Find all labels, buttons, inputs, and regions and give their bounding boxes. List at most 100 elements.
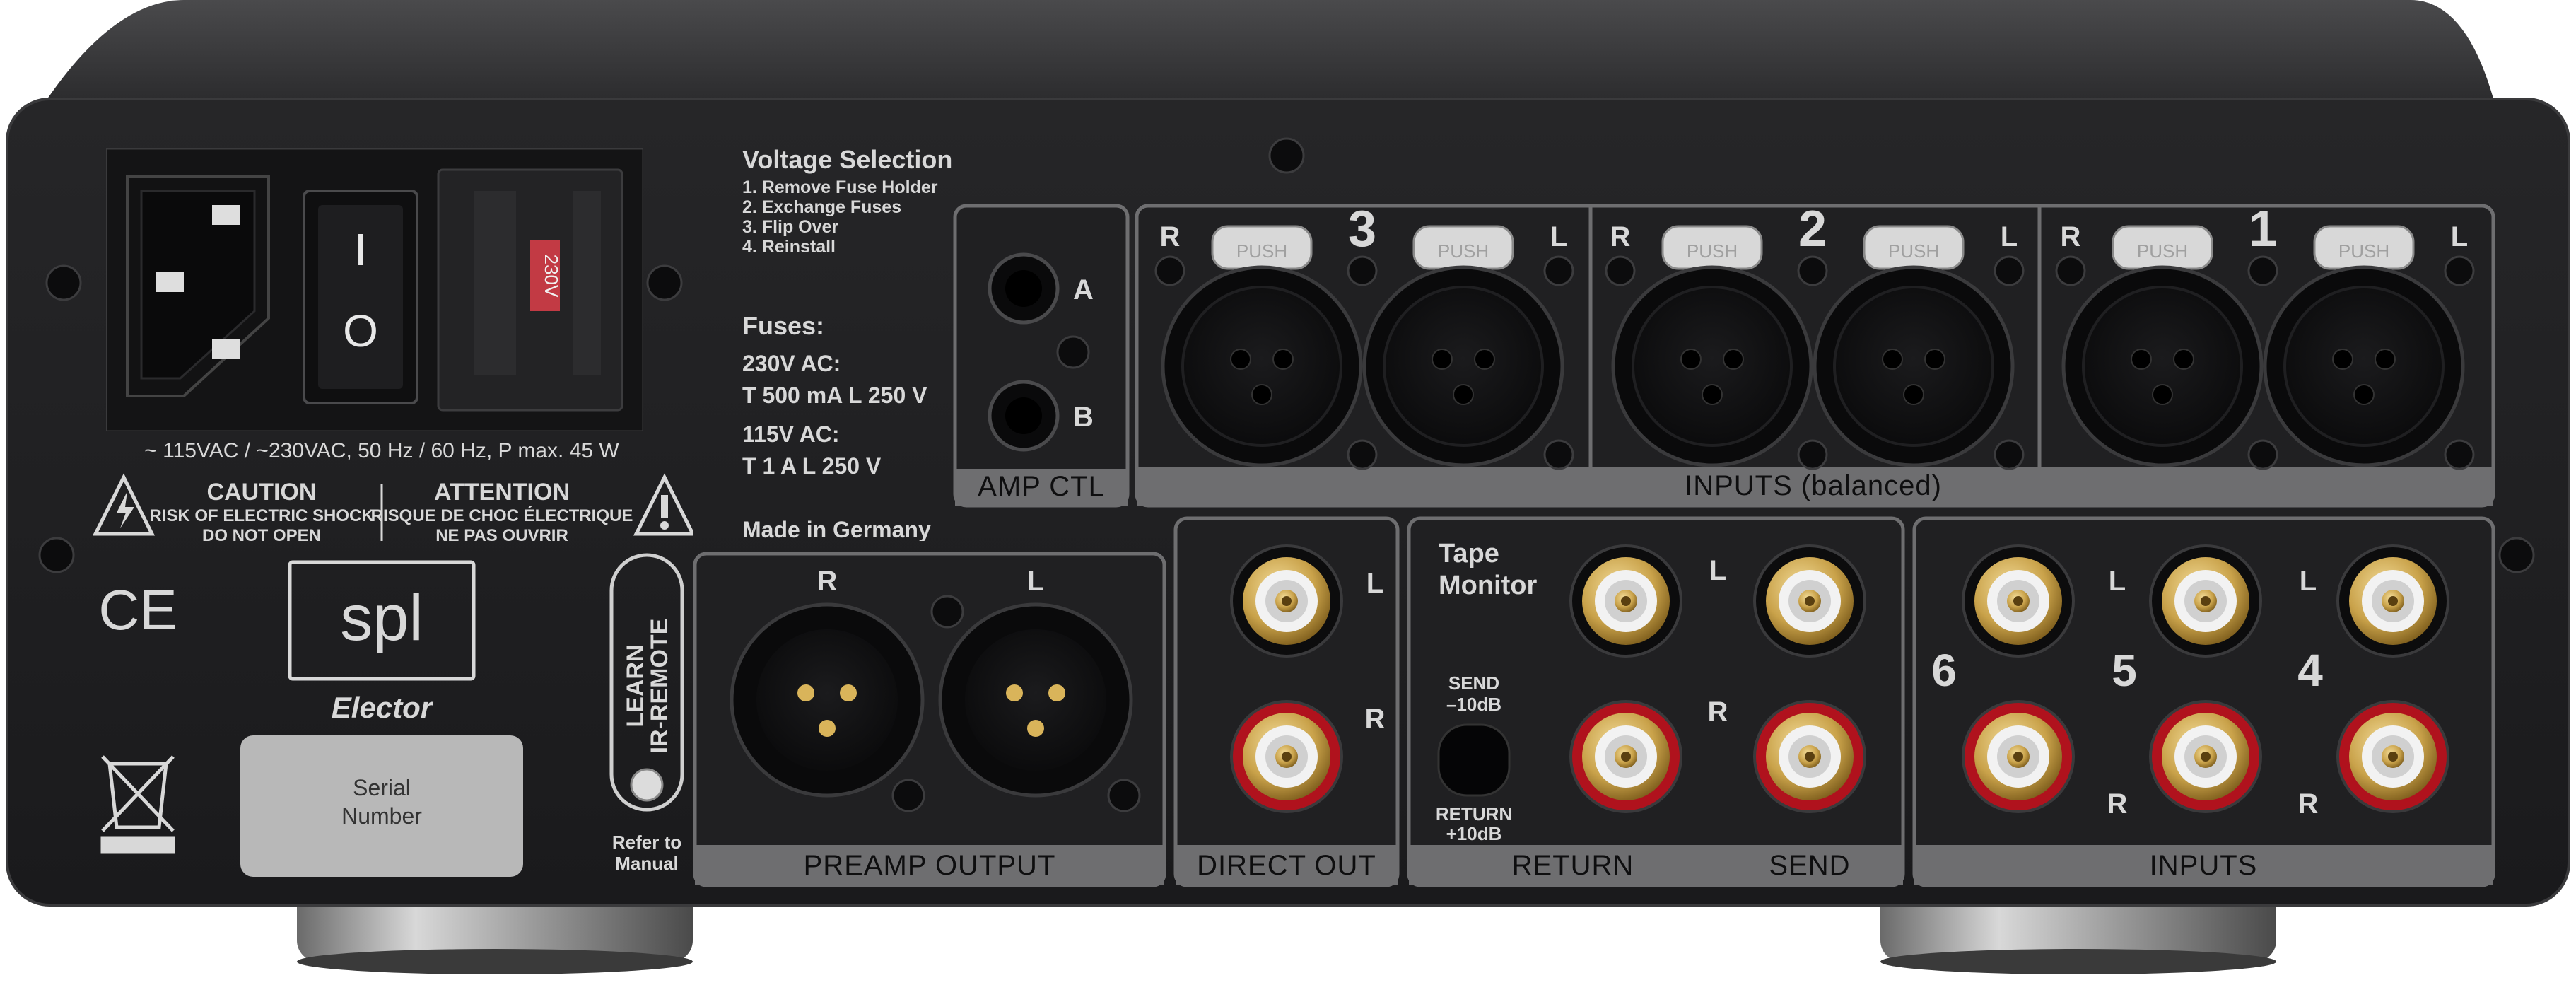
rca-input-6-right[interactable] (1962, 700, 2075, 813)
svg-text:Fuses:: Fuses: (742, 311, 824, 340)
push-latch-label: PUSH (1438, 240, 1489, 262)
panel-screw (1797, 255, 1828, 286)
svg-text:SEND: SEND (1769, 850, 1850, 881)
svg-text:Manual: Manual (615, 853, 679, 874)
svg-text:INPUTS: INPUTS (2150, 850, 2258, 881)
panel-screw (1543, 255, 1574, 286)
rca-input-4-left[interactable] (2336, 544, 2449, 658)
input-number: 1 (2249, 204, 2277, 257)
svg-text:RISQUE DE CHOC ÉLECTRIQUE: RISQUE DE CHOC ÉLECTRIQUE (371, 506, 633, 525)
ir-learn-button[interactable] (630, 768, 664, 802)
svg-text:Refer to: Refer to (612, 832, 681, 853)
svg-text:+10dB: +10dB (1446, 823, 1502, 844)
panel-screw (2444, 255, 2475, 286)
svg-text:6: 6 (1931, 645, 1957, 696)
switch-on-mark: I (354, 224, 367, 275)
rca-tape-return-right[interactable] (1569, 700, 1682, 813)
panel-screw (2247, 255, 2278, 286)
svg-text:Serial: Serial (353, 775, 411, 800)
direct-out-section: DIRECT OUT L R (1173, 516, 1400, 887)
svg-text:5: 5 (2112, 645, 2137, 696)
power-rocker-switch[interactable]: I O (303, 190, 418, 404)
svg-text:T 500 mA L 250 V: T 500 mA L 250 V (742, 383, 927, 408)
svg-text:1. Remove Fuse Holder: 1. Remove Fuse Holder (742, 177, 938, 197)
caution-warning-block: CAUTION RISK OF ELECTRIC SHOCK DO NOT OP… (92, 473, 693, 545)
panel-screw (2444, 439, 2475, 470)
panel-screw (1994, 439, 2025, 470)
rca-input-5-left[interactable] (2149, 544, 2262, 658)
svg-text:RISK OF ELECTRIC SHOCK: RISK OF ELECTRIC SHOCK (149, 506, 374, 525)
svg-text:Made in Germany: Made in Germany (742, 517, 931, 541)
svg-text:RETURN: RETURN (1436, 803, 1512, 824)
svg-text:R: R (817, 566, 838, 597)
push-latch-label: PUSH (2137, 240, 2188, 262)
svg-text:IR-REMOTE: IR-REMOTE (646, 619, 673, 754)
xlr-out-right[interactable] (730, 602, 925, 798)
rca-direct-out-right[interactable] (1230, 700, 1343, 813)
push-latch-label: PUSH (1236, 240, 1287, 262)
svg-text:~ 115VAC / ~230VAC, 50 Hz / 60: ~ 115VAC / ~230VAC, 50 Hz / 60 Hz, P max… (144, 439, 619, 462)
rca-tape-send-left[interactable] (1753, 544, 1866, 658)
svg-text:L: L (1366, 568, 1383, 599)
svg-text:Monitor: Monitor (1439, 571, 1538, 600)
svg-text:L: L (2109, 566, 2126, 597)
svg-text:CAUTION: CAUTION (207, 479, 317, 506)
svg-text:PREAMP OUTPUT: PREAMP OUTPUT (804, 850, 1056, 881)
tape-level-switch[interactable] (1437, 723, 1511, 797)
svg-text:A: A (1073, 274, 1094, 305)
svg-text:4: 4 (2297, 645, 2323, 696)
power-rating: ~ 115VAC / ~230VAC, 50 Hz / 60 Hz, P max… (144, 439, 619, 462)
svg-text:Voltage Selection:: Voltage Selection: (742, 145, 954, 174)
rca-input-5-right[interactable] (2149, 700, 2262, 813)
panel-screw (1605, 255, 1636, 286)
svg-text:3. Flip Over: 3. Flip Over (742, 217, 838, 237)
fuse-holder[interactable]: 230V (437, 168, 623, 412)
balanced-inputs-section: INPUTS (balanced) R L 3 PUSH PUSH R L 2 PUSH PUSH… (1135, 204, 2495, 508)
rca-tape-send-right[interactable] (1753, 700, 1866, 813)
weee-bin-icon (100, 755, 175, 854)
svg-text:2. Exchange Fuses: 2. Exchange Fuses (742, 197, 901, 217)
push-latch-label: PUSH (2338, 240, 2389, 262)
svg-text:RETURN: RETURN (1512, 850, 1634, 881)
fuse-voltage-tag: 230V (541, 255, 562, 298)
rca-direct-out-left[interactable] (1230, 544, 1343, 658)
channel-r-label: R (2061, 221, 2081, 252)
amp-ctl-jack-a[interactable] (988, 252, 1060, 325)
voltage-fuse-info: Voltage Selection: 1. Remove Fuse Holder… (742, 145, 954, 541)
svg-text:Tape: Tape (1439, 539, 1499, 569)
tape-monitor-section: RETURN SEND Tape Monitor SEND –10dB RETU… (1407, 516, 1905, 887)
panel-screw (1347, 439, 1378, 470)
panel-screw (2247, 439, 2278, 470)
svg-text:AMP CTL: AMP CTL (978, 471, 1105, 502)
svg-text:L: L (1709, 555, 1726, 586)
channel-l-label: L (2001, 221, 2018, 252)
svg-text:ATTENTION: ATTENTION (434, 479, 570, 506)
panel-screw (1994, 255, 2025, 286)
svg-text:B: B (1073, 402, 1094, 433)
rca-input-4-right[interactable] (2336, 700, 2449, 813)
rca-inputs-section: INPUTS 6 5 4 L L R R (1912, 516, 2495, 887)
input-number: 2 (1798, 204, 1827, 257)
branding-area: CE spl Elector Serial Number (98, 560, 523, 877)
ir-learn-section: LEARN IR-REMOTE Refer to Manual (609, 553, 684, 874)
push-latch-label: PUSH (1687, 240, 1738, 262)
rca-tape-return-left[interactable] (1569, 544, 1682, 658)
exclamation-warning-icon (633, 473, 693, 536)
amp-ctl-section: AMP CTL A B (953, 204, 1130, 508)
xlr-out-left[interactable] (938, 602, 1133, 798)
svg-text:SEND: SEND (1448, 672, 1499, 694)
svg-text:INPUTS (balanced): INPUTS (balanced) (1685, 470, 1942, 501)
svg-text:230V AC:: 230V AC: (742, 351, 841, 376)
svg-text:R: R (2107, 788, 2128, 820)
svg-text:R: R (1365, 704, 1386, 735)
rca-input-6-left[interactable] (1962, 544, 2075, 658)
svg-text:T 1 A L 250 V: T 1 A L 250 V (742, 453, 882, 479)
amp-ctl-jack-b[interactable] (988, 380, 1060, 452)
svg-text:spl: spl (340, 582, 423, 654)
push-latch-label: PUSH (1888, 240, 1939, 262)
ce-mark: CE (98, 578, 177, 641)
svg-text:DO NOT OPEN: DO NOT OPEN (202, 526, 321, 545)
power-inlet-module: I O 230V (106, 148, 643, 431)
panel-screw (1543, 439, 1574, 470)
switch-off-mark: O (343, 305, 378, 356)
